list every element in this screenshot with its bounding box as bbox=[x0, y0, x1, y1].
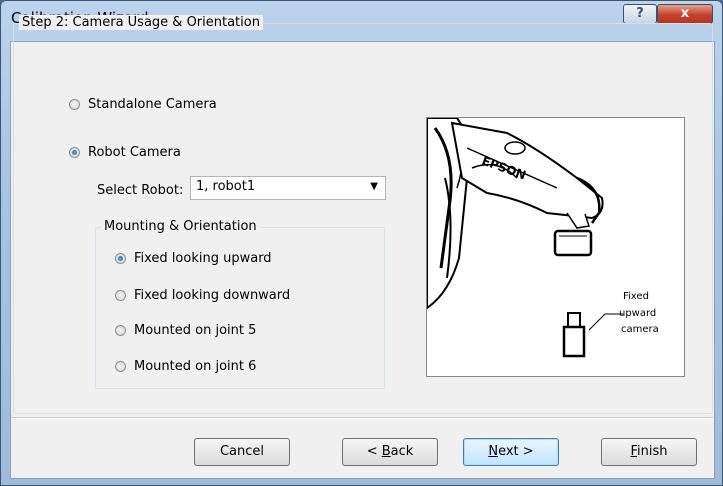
close-button[interactable]: x bbox=[657, 4, 713, 24]
orientation-illustration: EPSON Fixed upward camera bbox=[426, 117, 685, 377]
radio-indicator bbox=[69, 99, 80, 110]
caption-line-3: camera bbox=[621, 324, 659, 335]
mount-option-fixed-downward[interactable]: Fixed looking downward bbox=[115, 288, 290, 303]
mount-option-label: Mounted on joint 6 bbox=[134, 359, 257, 374]
caption-line-1: Fixed bbox=[623, 291, 649, 302]
mounting-group-label: Mounting & Orientation bbox=[101, 219, 260, 234]
radio-indicator bbox=[115, 325, 126, 336]
calibration-wizard-window: Calibration Wizard ? x Step 2: Camera Us… bbox=[0, 0, 723, 486]
radio-indicator bbox=[115, 253, 126, 264]
select-robot-dropdown[interactable]: 1, robot1 ▼ bbox=[190, 176, 386, 200]
back-button[interactable]: < Back bbox=[342, 438, 438, 466]
mount-option-label: Fixed looking upward bbox=[134, 251, 272, 266]
help-button[interactable]: ? bbox=[623, 4, 657, 24]
button-separator bbox=[11, 417, 713, 419]
mount-option-label: Mounted on joint 5 bbox=[134, 323, 257, 338]
mount-option-joint-6[interactable]: Mounted on joint 6 bbox=[115, 359, 256, 374]
standalone-camera-radio[interactable]: Standalone Camera bbox=[69, 97, 217, 112]
mount-option-label: Fixed looking downward bbox=[134, 288, 291, 303]
mount-option-joint-5[interactable]: Mounted on joint 5 bbox=[115, 323, 256, 338]
radio-indicator bbox=[115, 290, 126, 301]
back-accelerator: B bbox=[381, 444, 391, 459]
finish-label: inish bbox=[637, 444, 668, 459]
finish-button[interactable]: Finish bbox=[601, 438, 697, 466]
step-group-label: Step 2: Camera Usage & Orientation bbox=[19, 15, 263, 30]
next-label: ext > bbox=[498, 444, 534, 459]
radio-indicator bbox=[115, 361, 126, 372]
robot-camera-label: Robot Camera bbox=[88, 145, 181, 160]
back-label: ack bbox=[390, 444, 414, 459]
cancel-button[interactable]: Cancel bbox=[194, 438, 290, 466]
mount-option-fixed-upward[interactable]: Fixed looking upward bbox=[115, 251, 272, 266]
radio-indicator bbox=[69, 147, 80, 158]
select-robot-value: 1, robot1 bbox=[196, 179, 256, 194]
caption-line-2: upward bbox=[619, 308, 656, 319]
standalone-camera-label: Standalone Camera bbox=[88, 97, 217, 112]
robot-camera-radio[interactable]: Robot Camera bbox=[69, 145, 181, 160]
chevron-down-icon[interactable]: ▼ bbox=[370, 181, 378, 192]
back-prefix: < bbox=[366, 444, 382, 459]
next-button[interactable]: Next > bbox=[463, 438, 559, 466]
cancel-label: Cancel bbox=[219, 444, 265, 459]
robot-arm-illustration: EPSON Fixed upward camera bbox=[426, 117, 659, 358]
next-accelerator: N bbox=[488, 444, 499, 459]
select-robot-label: Select Robot: bbox=[97, 183, 184, 198]
